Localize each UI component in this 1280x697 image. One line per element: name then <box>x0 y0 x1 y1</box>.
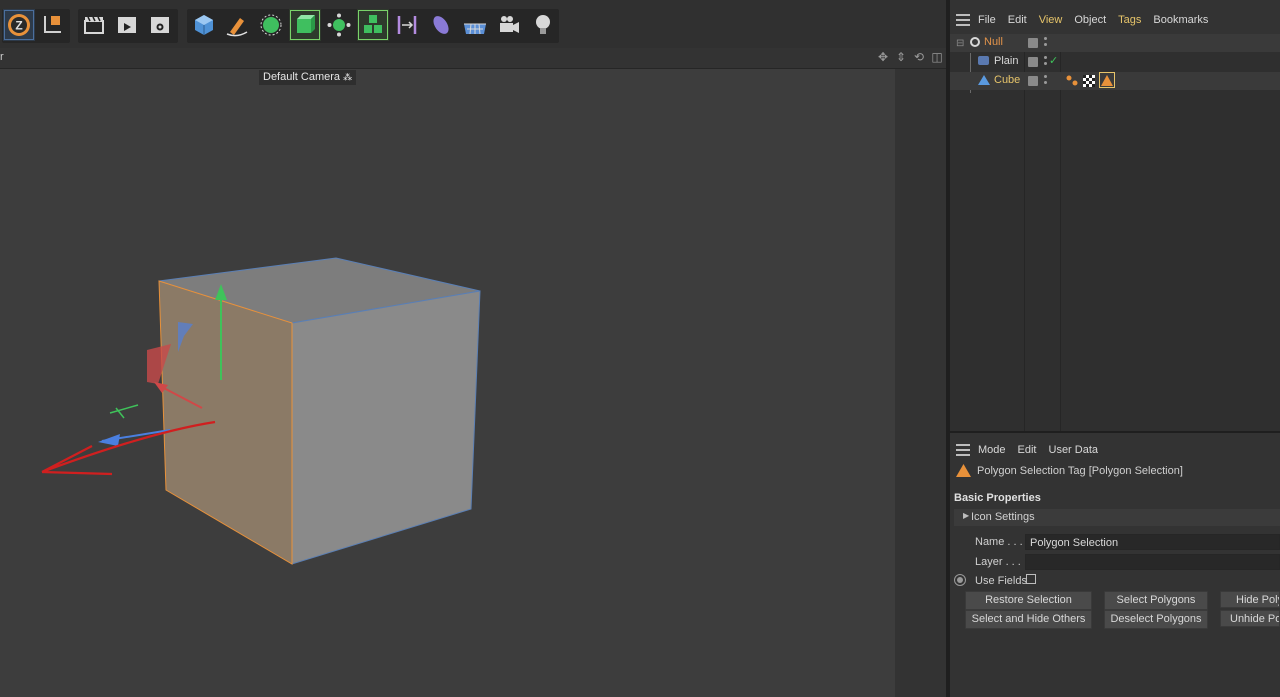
camera-icon: ⁂ <box>343 72 353 82</box>
menu-object[interactable]: Object <box>1074 14 1106 26</box>
deformer-icon[interactable] <box>391 9 423 41</box>
main-toolbar: Z <box>0 0 946 48</box>
toolbar-group-create <box>187 9 559 43</box>
3d-viewport[interactable] <box>0 69 895 697</box>
z-axis-green-hint <box>109 404 139 419</box>
move-view-icon[interactable]: ✥ <box>876 50 890 64</box>
array-icon[interactable] <box>357 9 389 41</box>
floor-icon[interactable] <box>459 9 491 41</box>
icon-settings-label: Icon Settings <box>971 511 1035 523</box>
layer-label: Layer . . . <box>975 556 1021 568</box>
viewport-nav-controls: ✥ ⇕ ⟲ ◫ <box>876 50 944 64</box>
use-fields-checkbox[interactable] <box>1026 574 1036 584</box>
tag-title: Polygon Selection Tag [Polygon Selection… <box>977 465 1183 477</box>
null-object-icon <box>970 37 980 47</box>
object-name-plain[interactable]: Plain <box>994 55 1018 67</box>
subdivision-icon[interactable] <box>255 9 287 41</box>
light-icon[interactable] <box>527 9 559 41</box>
viewport-menu-label[interactable]: r <box>0 51 4 63</box>
polygon-selection-tag-icon <box>956 464 971 480</box>
cube-right-face <box>291 290 481 565</box>
visibility-dots-icon[interactable] <box>1044 37 1048 49</box>
zoom-view-icon[interactable]: ⇕ <box>894 50 908 64</box>
menu-mode[interactable]: Mode <box>978 444 1006 456</box>
attribute-manager: Mode Edit User Data Polygon Selection Ta… <box>950 433 1280 697</box>
polygon-selection-tag-icon[interactable] <box>1099 72 1115 88</box>
menu-view[interactable]: View <box>1039 14 1063 26</box>
section-basic-properties[interactable]: Basic Properties <box>954 492 1041 504</box>
select-polygons-button[interactable]: Select Polygons <box>1104 591 1208 610</box>
polygon-object-icon <box>978 75 990 85</box>
menu-user-data[interactable]: User Data <box>1049 444 1099 456</box>
viewport-header: r ✥ ⇕ ⟲ ◫ <box>0 48 946 69</box>
menu-edit[interactable]: Edit <box>1018 444 1037 456</box>
hide-polygons-button[interactable]: Hide Polygons <box>1220 591 1280 608</box>
camera-object-icon <box>978 56 989 65</box>
extrude-icon[interactable] <box>289 9 321 41</box>
viewport-scene <box>41 257 481 565</box>
phong-tag-icon[interactable] <box>1066 75 1078 90</box>
z-axis-arrow <box>98 434 120 446</box>
object-manager: File Edit View Object Tags Bookmarks ⊟ N… <box>950 0 1280 432</box>
cube-icon[interactable] <box>188 9 220 41</box>
use-fields-label: Use Fields <box>975 575 1027 587</box>
viewport-side-strip <box>895 69 946 697</box>
disclosure-triangle-icon[interactable]: ▶ <box>963 511 969 520</box>
menu-hamburger-icon[interactable] <box>956 14 970 26</box>
object-row-null[interactable]: ⊟ Null <box>950 34 1280 52</box>
menu-file[interactable]: File <box>978 14 996 26</box>
field-icon[interactable] <box>425 9 457 41</box>
expand-icon[interactable]: ⊟ <box>956 38 964 49</box>
select-and-hide-others-button[interactable]: Select and Hide Others <box>965 610 1092 629</box>
render-settings-icon[interactable] <box>144 9 176 41</box>
restore-selection-button[interactable]: Restore Selection <box>965 591 1092 610</box>
coordinate-system-icon[interactable] <box>37 9 69 41</box>
unhide-polygons-button[interactable]: Unhide Polygons <box>1220 610 1280 627</box>
edit-toggle-icon[interactable] <box>1028 38 1038 48</box>
edit-toggle-icon[interactable] <box>1028 76 1038 86</box>
visibility-dots-icon[interactable] <box>1044 56 1048 68</box>
undo-z-icon[interactable]: Z <box>3 9 35 41</box>
enabled-check-icon[interactable]: ✓ <box>1049 54 1058 67</box>
toolbar-group-render <box>78 9 178 43</box>
svg-text:Z: Z <box>15 19 22 33</box>
menu-hamburger-icon[interactable] <box>956 444 970 456</box>
visibility-dots-icon[interactable] <box>1044 75 1048 87</box>
layer-field[interactable] <box>1025 554 1280 570</box>
animate-radio-icon[interactable] <box>954 574 966 586</box>
object-name-cube[interactable]: Cube <box>994 74 1020 86</box>
object-name-null[interactable]: Null <box>984 36 1003 48</box>
deselect-polygons-button[interactable]: Deselect Polygons <box>1104 610 1208 629</box>
render-view-icon[interactable] <box>111 9 143 41</box>
object-list: ⊟ Null Plain ✓ Cube <box>950 34 1280 432</box>
menu-edit[interactable]: Edit <box>1008 14 1027 26</box>
attribute-manager-menubar: Mode Edit User Data <box>950 433 1280 467</box>
rotate-view-icon[interactable]: ⟲ <box>912 50 926 64</box>
object-manager-menubar: File Edit View Object Tags Bookmarks <box>950 3 1280 37</box>
object-row-cube[interactable]: Cube <box>950 72 1280 90</box>
camera-label[interactable]: Default Camera ⁂ <box>259 70 357 85</box>
pen-icon[interactable] <box>221 9 253 41</box>
clapboard-icon[interactable] <box>78 9 110 41</box>
menu-tags[interactable]: Tags <box>1118 14 1141 26</box>
toolbar-group-undo: Z <box>2 9 70 43</box>
object-row-plain[interactable]: Plain ✓ <box>950 53 1280 93</box>
menu-bookmarks[interactable]: Bookmarks <box>1153 14 1208 26</box>
icon-settings-group[interactable]: ▶ Icon Settings <box>954 509 1280 526</box>
cloner-icon[interactable] <box>323 9 355 41</box>
edit-toggle-icon[interactable] <box>1028 57 1038 67</box>
name-label: Name . . . <box>975 536 1023 548</box>
toggle-view-layout-icon[interactable]: ◫ <box>930 50 944 64</box>
texture-tag-icon[interactable] <box>1083 75 1095 87</box>
camera-icon[interactable] <box>493 9 525 41</box>
name-field[interactable]: Polygon Selection <box>1025 534 1280 550</box>
